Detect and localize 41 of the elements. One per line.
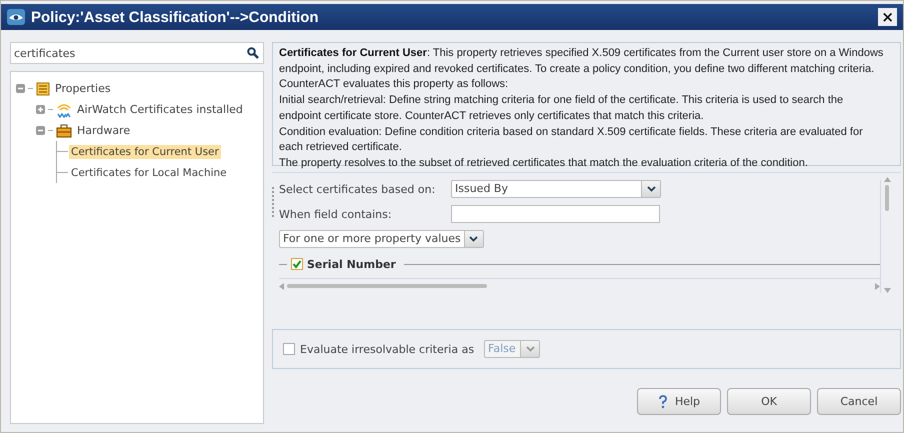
close-button[interactable]: × [878, 8, 897, 26]
horizontal-scrollbar[interactable] [279, 278, 880, 293]
wifi-icon [56, 102, 72, 118]
match-mode-dropdown[interactable]: For one or more property values [279, 230, 484, 248]
collapse-icon[interactable] [16, 84, 25, 93]
scroll-right-icon[interactable] [875, 282, 880, 290]
dialog-button[interactable]: Cancel [817, 388, 901, 415]
help-button[interactable]: Help [637, 388, 721, 415]
checkbox[interactable] [291, 258, 303, 270]
description-text: The property resolves to the subset of retrieved certificates that match the evaluation criteria of the condition. [279, 156, 809, 171]
search-field[interactable]: certificates [10, 42, 264, 64]
drag-handle[interactable] [272, 187, 277, 217]
description-text: Certificates for Current User: This property retrieves specified X.509 certificates from the Current user store on a Windows endpoint, including expired and revoked certificates. To create a policy condition, you define two different matching criteria. CounterACT evaluates this property as follows: [279, 46, 884, 92]
scroll-down-icon[interactable] [884, 288, 890, 293]
tree-item[interactable]: Hardware [75, 123, 132, 138]
field-label: When field contains: [279, 208, 393, 220]
tree-item[interactable]: Certificates for Local Machine [69, 166, 229, 180]
chevron-down-icon [469, 236, 478, 242]
tree-item[interactable]: Certificates for Current User [69, 144, 221, 158]
window-title: Policy:'Asset Classification'-->Condition [31, 8, 320, 26]
scroll-up-icon[interactable] [884, 177, 890, 182]
tree-item[interactable]: Properties [53, 81, 113, 96]
dialog-button[interactable]: OK [727, 388, 811, 415]
eye-icon [7, 9, 25, 25]
search-icon [247, 47, 259, 59]
collapse-icon[interactable] [36, 126, 45, 135]
field-label: Select certificates based on: [279, 182, 436, 196]
scroll-left-icon[interactable] [279, 282, 284, 290]
group-label: Serial Number [307, 258, 396, 270]
certificate-field-dropdown[interactable]: Issued By [451, 180, 661, 198]
question-mark-icon [658, 394, 668, 408]
chevron-down-icon [526, 346, 535, 352]
description-text: Condition evaluation: Define condition criteria based on standard X.509 certificate fields. These criteria are evaluated for each retrieved certificate. [279, 124, 864, 156]
expand-icon[interactable] [36, 105, 45, 114]
chevron-down-icon [646, 186, 656, 192]
toolbox-icon [56, 124, 72, 138]
list-icon [36, 82, 50, 96]
contains-input-field[interactable] [451, 205, 660, 223]
description-text: Initial search/retrieval: Define string matching criteria for one field of the certificate. This criteria is used to search the endpoint certificate store. CounterACT retrieves only certificates that match this criteria. [279, 93, 844, 124]
tree-item[interactable]: AirWatch Certificates installed [75, 102, 245, 117]
checkbox-label: Evaluate irresolvable criteria as [300, 342, 474, 356]
